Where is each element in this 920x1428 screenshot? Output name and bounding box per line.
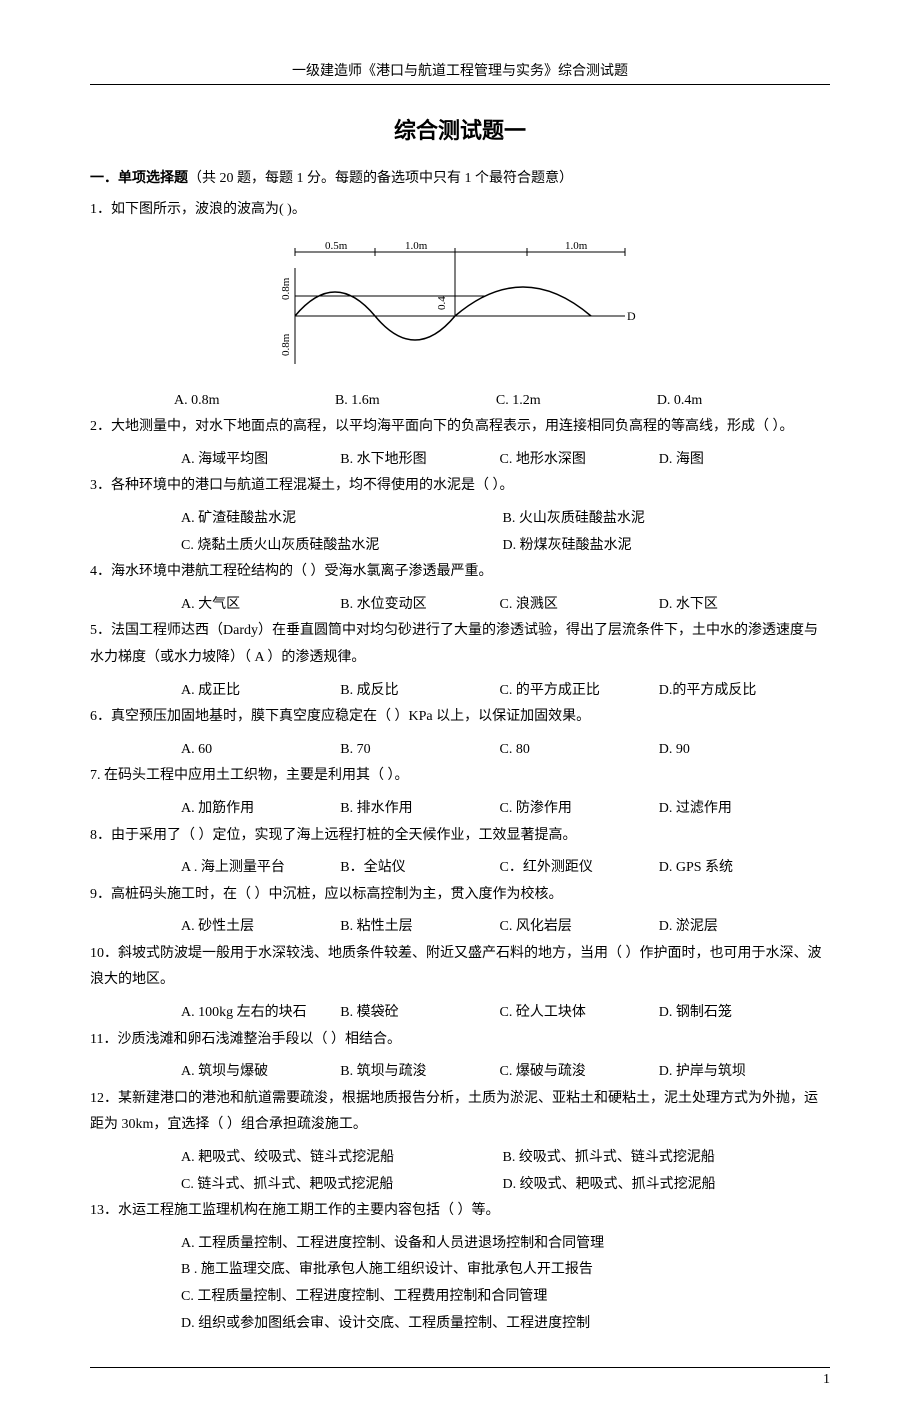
q9-stem: 9．高桩码头施工时，在（ ）中沉桩，应以标高控制为主，贯入度作为校核。: [90, 882, 830, 909]
q1-options: A. 0.8m B. 1.6m C. 1.2m D. 0.4m: [90, 388, 830, 415]
q11-opt-d: D. 护岸与筑坝: [659, 1059, 815, 1086]
q10-opt-d: D. 钢制石笼: [659, 1000, 815, 1027]
page-header: 一级建造师《港口与航道工程管理与实务》综合测试题: [90, 60, 830, 85]
q13-opt-c: C. 工程质量控制、工程进度控制、工程费用控制和合同管理: [181, 1284, 830, 1311]
q5-opt-c: C. 的平方成正比: [500, 678, 656, 705]
q5-opt-a: A. 成正比: [181, 678, 337, 705]
q7-stem: 7. 在码头工程中应用土工织物，主要是利用其（ ）。: [90, 763, 830, 790]
q3-opt-b: B. 火山灰质硅酸盐水泥: [503, 506, 821, 533]
q2-stem: 2．大地测量中，对水下地面点的高程，以平均海平面向下的负高程表示，用连接相同负高…: [90, 414, 830, 441]
q2-options: A. 海域平均图 B. 水下地形图 C. 地形水深图 D. 海图: [90, 447, 830, 474]
q1-opt-a: A. 0.8m: [174, 388, 331, 415]
dim-1-0m-a: 1.0m: [405, 240, 428, 252]
q12-opt-d: D. 绞吸式、耙吸式、抓斗式挖泥船: [503, 1172, 821, 1199]
q7-opt-b: B. 排水作用: [340, 796, 496, 823]
q8-opt-c: C．红外测距仪: [500, 855, 656, 882]
dim-0-8m-up: 0.8m: [280, 277, 292, 300]
q7-options: A. 加筋作用 B. 排水作用 C. 防渗作用 D. 过滤作用: [90, 796, 830, 823]
q12-options: A. 耙吸式、绞吸式、链斗式挖泥船 B. 绞吸式、抓斗式、链斗式挖泥船 C. 链…: [90, 1145, 830, 1198]
q12-opt-a: A. 耙吸式、绞吸式、链斗式挖泥船: [181, 1145, 499, 1172]
q1-stem: 1．如下图所示，波浪的波高为( )。: [90, 197, 830, 224]
q5-opt-b: B. 成反比: [340, 678, 496, 705]
q10-opt-b: B. 模袋砼: [340, 1000, 496, 1027]
q1-opt-c: C. 1.2m: [496, 388, 653, 415]
q7-opt-c: C. 防渗作用: [500, 796, 656, 823]
q6-options: A. 60 B. 70 C. 80 D. 90: [90, 737, 830, 764]
q8-options: A . 海上测量平台 B．全站仪 C．红外测距仪 D. GPS 系统: [90, 855, 830, 882]
q6-opt-b: B. 70: [340, 737, 496, 764]
q8-opt-d: D. GPS 系统: [659, 855, 815, 882]
section-bold: 一．单项选择题: [90, 171, 188, 186]
section-label: 一．单项选择题（共 20 题，每题 1 分。每题的备选项中只有 1 个最符合题意…: [90, 167, 830, 187]
q4-opt-c: C. 浪溅区: [500, 592, 656, 619]
q4-stem: 4．海水环境中港航工程砼结构的（ ）受海水氯离子渗透最严重。: [90, 559, 830, 586]
q1-opt-d: D. 0.4m: [657, 388, 814, 415]
q13-opt-a: A. 工程质量控制、工程进度控制、设备和人员进退场控制和合同管理: [181, 1231, 830, 1258]
q11-opt-c: C. 爆破与疏浚: [500, 1059, 656, 1086]
q2-opt-a: A. 海域平均图: [181, 447, 337, 474]
label-d: D: [627, 309, 636, 323]
q13-opt-b: B . 施工监理交底、审批承包人施工组织设计、审批承包人开工报告: [181, 1257, 830, 1284]
q5-options: A. 成正比 B. 成反比 C. 的平方成正比 D.的平方成反比: [90, 678, 830, 705]
q3-opt-a: A. 矿渣硅酸盐水泥: [181, 506, 499, 533]
q4-opt-a: A. 大气区: [181, 592, 337, 619]
q10-stem: 10．斜坡式防波堤一般用于水深较浅、地质条件较差、附近又盛产石料的地方，当用（ …: [90, 941, 830, 994]
q4-options: A. 大气区 B. 水位变动区 C. 浪溅区 D. 水下区: [90, 592, 830, 619]
q2-opt-d: D. 海图: [659, 447, 815, 474]
q11-options: A. 筑坝与爆破 B. 筑坝与疏浚 C. 爆破与疏浚 D. 护岸与筑坝: [90, 1059, 830, 1086]
q12-stem: 12．某新建港口的港池和航道需要疏浚，根据地质报告分析，土质为淤泥、亚粘土和硬粘…: [90, 1086, 830, 1139]
q7-opt-d: D. 过滤作用: [659, 796, 815, 823]
dim-0-5m: 0.5m: [325, 240, 348, 252]
q3-opt-d: D. 粉煤灰硅酸盐水泥: [503, 533, 821, 560]
q3-opt-c: C. 烧黏土质火山灰质硅酸盐水泥: [181, 533, 499, 560]
q10-opt-c: C. 砼人工块体: [500, 1000, 656, 1027]
q11-opt-b: B. 筑坝与疏浚: [340, 1059, 496, 1086]
q9-opt-a: A. 砂性土层: [181, 914, 337, 941]
q5-opt-d: D.的平方成反比: [659, 678, 815, 705]
q1-opt-b: B. 1.6m: [335, 388, 492, 415]
q3-options: A. 矿渣硅酸盐水泥 B. 火山灰质硅酸盐水泥 C. 烧黏土质火山灰质硅酸盐水泥…: [90, 506, 830, 559]
q8-stem: 8．由于采用了（ ）定位，实现了海上远程打桩的全天候作业，工效显著提高。: [90, 823, 830, 850]
q9-opt-d: D. 淤泥层: [659, 914, 815, 941]
q11-opt-a: A. 筑坝与爆破: [181, 1059, 337, 1086]
q9-options: A. 砂性土层 B. 粘性土层 C. 风化岩层 D. 淤泥层: [90, 914, 830, 941]
q2-opt-b: B. 水下地形图: [340, 447, 496, 474]
dim-0-8m-dn: 0.8m: [280, 333, 292, 356]
q2-opt-c: C. 地形水深图: [500, 447, 656, 474]
dim-0-4: 0.4: [436, 295, 448, 309]
q9-opt-c: C. 风化岩层: [500, 914, 656, 941]
q1-diagram: 0.5m 1.0m 1.0m 0.4 0.8m 0.8m D: [90, 238, 830, 378]
page-title: 综合测试题一: [90, 113, 830, 145]
q11-stem: 11．沙质浅滩和卵石浅滩整治手段以（ ）相结合。: [90, 1027, 830, 1054]
q10-opt-a: A. 100kg 左右的块石: [181, 1000, 337, 1027]
q12-opt-b: B. 绞吸式、抓斗式、链斗式挖泥船: [503, 1145, 821, 1172]
section-rest: （共 20 题，每题 1 分。每题的备选项中只有 1 个最符合题意）: [188, 171, 573, 186]
q4-opt-b: B. 水位变动区: [340, 592, 496, 619]
q5-stem: 5．法国工程师达西（Dardy）在垂直圆筒中对均匀砂进行了大量的渗透试验，得出了…: [90, 618, 830, 671]
q13-stem: 13．水运工程施工监理机构在施工期工作的主要内容包括（ ）等。: [90, 1198, 830, 1225]
q6-stem: 6．真空预压加固地基时，膜下真空度应稳定在（ ）KPa 以上，以保证加固效果。: [90, 704, 830, 731]
q10-options: A. 100kg 左右的块石 B. 模袋砼 C. 砼人工块体 D. 钢制石笼: [90, 1000, 830, 1027]
q6-opt-a: A. 60: [181, 737, 337, 764]
q8-opt-a: A . 海上测量平台: [181, 855, 337, 882]
q13-opt-d: D. 组织或参加图纸会审、设计交底、工程质量控制、工程进度控制: [181, 1311, 830, 1338]
q9-opt-b: B. 粘性土层: [340, 914, 496, 941]
dim-1-0m-b: 1.0m: [565, 240, 588, 252]
q4-opt-d: D. 水下区: [659, 592, 815, 619]
q3-stem: 3．各种环境中的港口与航道工程混凝土，均不得使用的水泥是（ ）。: [90, 473, 830, 500]
q8-opt-b: B．全站仪: [340, 855, 496, 882]
q7-opt-a: A. 加筋作用: [181, 796, 337, 823]
q6-opt-c: C. 80: [500, 737, 656, 764]
q12-opt-c: C. 链斗式、抓斗式、耙吸式挖泥船: [181, 1172, 499, 1199]
q6-opt-d: D. 90: [659, 737, 815, 764]
q13-options: A. 工程质量控制、工程进度控制、设备和人员进退场控制和合同管理 B . 施工监…: [90, 1231, 830, 1337]
page-number: 1: [90, 1367, 830, 1388]
